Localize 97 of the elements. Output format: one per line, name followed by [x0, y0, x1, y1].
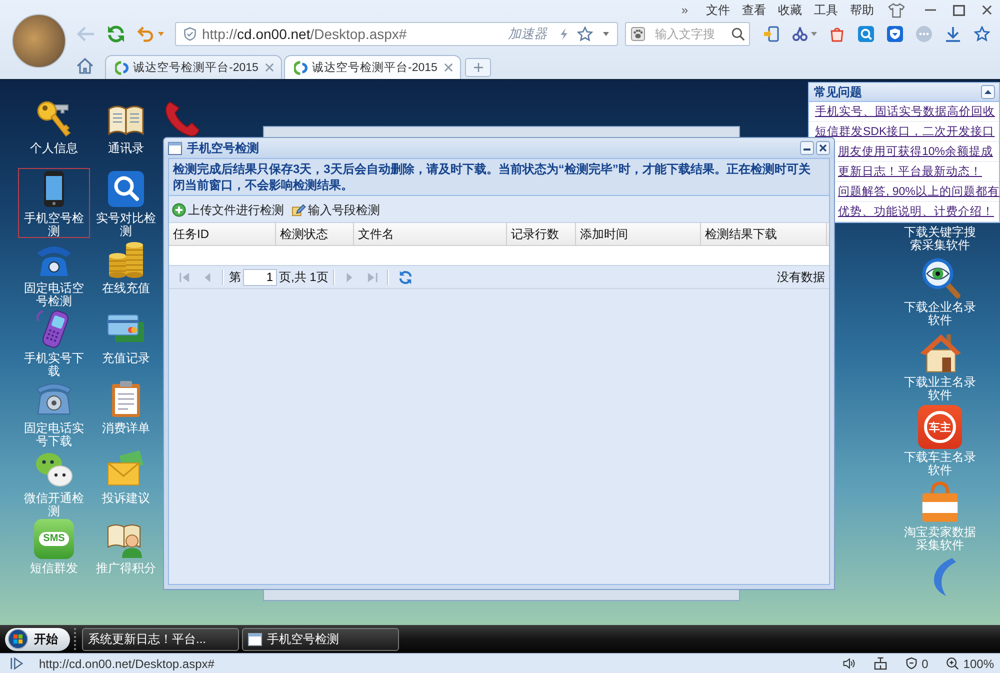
close-icon[interactable]: [816, 141, 830, 155]
download-icon[interactable]: [945, 26, 961, 42]
faq-link[interactable]: 朋友使用可获得10%余额提成: [838, 144, 994, 159]
emblem-text: 车主: [924, 411, 956, 443]
column-header[interactable]: 任务ID: [169, 223, 276, 245]
download-shortcut[interactable]: 下载关键字搜索采集软件: [903, 226, 977, 252]
network-icon[interactable]: [874, 657, 887, 670]
paw-icon[interactable]: [631, 27, 645, 41]
site-logo-icon: [294, 60, 308, 74]
speaker-icon[interactable]: [842, 657, 856, 670]
desktop-shortcut[interactable]: 固定电话实号下载: [18, 378, 90, 448]
menu-item[interactable]: 收藏: [778, 2, 802, 18]
faq-link[interactable]: 优势、功能说明、计费介绍！: [838, 204, 994, 219]
empty-status-text: 没有数据: [777, 268, 825, 286]
shopping-bag-icon[interactable]: [829, 26, 845, 42]
menu-item[interactable]: 查看: [742, 2, 766, 18]
caret-icon[interactable]: [158, 32, 164, 36]
faq-link[interactable]: 问题解答, 90%以上的问题都有: [838, 184, 1000, 199]
caret-icon[interactable]: [811, 32, 817, 36]
edit-icon: [292, 203, 306, 217]
browser-tab[interactable]: 诚达空号检测平台-2015: [284, 55, 461, 79]
page-label: 第: [229, 268, 241, 286]
desktop-shortcut[interactable]: 手机实号下载: [18, 308, 90, 378]
undo-arrow-icon[interactable]: [137, 24, 154, 44]
collapse-icon[interactable]: [981, 85, 995, 99]
home-icon[interactable]: [76, 57, 94, 74]
desktop-shortcut[interactable]: 固定电话空号检测: [18, 238, 90, 308]
zoom-level[interactable]: 100%: [963, 656, 994, 670]
page-count-text: 页,共 1页: [279, 268, 328, 286]
desktop-shortcut[interactable]: 个人信息: [18, 98, 90, 168]
address-field[interactable]: http://cd.on00.net/Desktop.aspx# 加速器: [175, 22, 618, 46]
avatar-photo-placeholder[interactable]: [12, 14, 66, 68]
favorites-star-icon[interactable]: [974, 26, 990, 42]
desktop-shortcut[interactable]: 在线充值: [90, 238, 162, 308]
column-header[interactable]: 记录行数: [507, 223, 576, 245]
download-shortcut[interactable]: 下载企业名录软件: [903, 255, 977, 327]
notice-text: 检测完成后结果只保存3天，3天后会自动删除，请及时下载。当前状态为“检测完毕”时，才能下载结果。正在检测时可关闭当前窗口，不会影响检测结果。: [169, 159, 829, 196]
taskbar-button[interactable]: 手机空号检测: [242, 628, 399, 650]
more-menu-button[interactable]: »: [681, 2, 688, 18]
search-icon[interactable]: [731, 27, 745, 41]
download-shortcut[interactable]: 下载业主名录软件: [903, 330, 977, 402]
sidebar-toggle-icon[interactable]: [10, 657, 23, 670]
desktop-shortcut[interactable]: 手机空号检测: [18, 168, 90, 238]
download-shortcut[interactable]: 车主 下载车主名录软件: [903, 405, 977, 477]
magnifier-icon: [106, 169, 146, 209]
shield-tile-icon[interactable]: [887, 26, 903, 42]
coins-icon: [106, 239, 146, 279]
window-icon: [248, 632, 262, 646]
faq-title: 常见问题: [814, 84, 862, 100]
shield-icon[interactable]: [904, 657, 918, 670]
shirt-icon[interactable]: [888, 2, 905, 18]
desktop-shortcut[interactable]: 消费详单: [90, 378, 162, 448]
refresh-icon[interactable]: [398, 270, 414, 284]
column-header[interactable]: 检测状态: [276, 223, 354, 245]
desktop-shortcut[interactable]: 充值记录: [90, 308, 162, 378]
desktop-shortcut[interactable]: 通讯录: [90, 98, 162, 168]
search-input[interactable]: 输入文字搜: [655, 27, 731, 41]
window-icon: [168, 142, 182, 154]
toolbar-button[interactable]: 输入号段检测: [292, 202, 380, 218]
zoom-icon[interactable]: [946, 657, 960, 670]
sms-logo-text: SMS: [39, 532, 69, 546]
scissors-icon[interactable]: [792, 26, 808, 42]
menu-item[interactable]: 工具: [814, 2, 838, 18]
magnifier-tile-icon[interactable]: [858, 26, 874, 42]
refresh-icon[interactable]: [106, 24, 126, 44]
start-button[interactable]: 开始: [5, 628, 70, 650]
site-logo-icon: [115, 60, 129, 74]
menu-item[interactable]: 帮助: [850, 2, 874, 18]
add-icon: [172, 203, 186, 217]
blocked-count: 0: [922, 656, 928, 670]
desktop-shortcut[interactable]: 实号对比检测: [90, 168, 162, 238]
phone-arrow-icon[interactable]: [763, 26, 779, 42]
toolbar-button[interactable]: 上传文件进行检测: [172, 202, 284, 218]
plus-icon: [474, 63, 482, 72]
star-icon[interactable]: [577, 26, 593, 42]
faq-link[interactable]: 更新日志！平台最新动态！: [838, 164, 982, 179]
shield-icon: [183, 27, 197, 41]
faq-link[interactable]: 手机实号、固话实号数据高价回收: [815, 104, 995, 119]
status-url: http://cd.on00.net/Desktop.aspx#: [39, 656, 214, 670]
url-text: http://cd.on00.net/Desktop.aspx#: [202, 26, 407, 42]
taskbar-button[interactable]: 系统更新日志！平台...: [82, 628, 239, 650]
search-field[interactable]: 输入文字搜: [625, 22, 750, 46]
caret-icon[interactable]: [603, 32, 609, 36]
new-tab-button[interactable]: [465, 58, 491, 77]
browser-tab[interactable]: 诚达空号检测平台-2015: [105, 55, 282, 79]
faq-link[interactable]: 短信群发SDK接口，二次开发接口: [815, 124, 995, 139]
column-header[interactable]: 添加时间: [576, 223, 701, 245]
column-header[interactable]: 检测结果下载: [701, 223, 827, 245]
page-number-input[interactable]: 1: [243, 268, 277, 286]
lightning-icon[interactable]: [559, 27, 569, 41]
dialog-title: 手机空号检测: [187, 140, 259, 156]
menu-item[interactable]: 文件: [706, 2, 730, 18]
column-header[interactable]: 文件名: [354, 223, 507, 245]
windows-logo-icon: [8, 629, 28, 649]
close-icon[interactable]: [982, 5, 992, 15]
minimize-icon[interactable]: [800, 141, 814, 155]
maximize-icon[interactable]: [953, 4, 965, 16]
